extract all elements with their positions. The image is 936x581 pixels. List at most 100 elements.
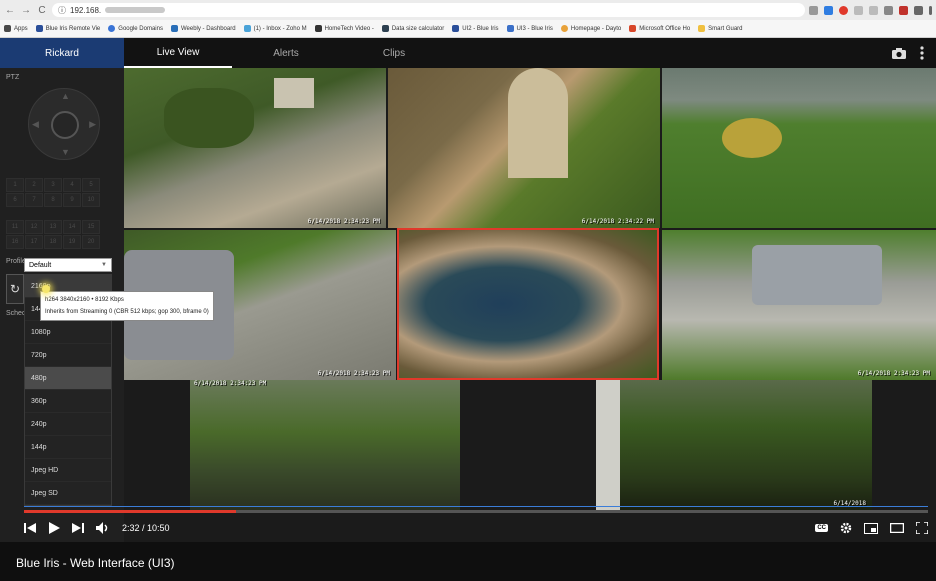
extension-icon[interactable] bbox=[854, 5, 863, 15]
reload-icon[interactable]: C bbox=[36, 5, 48, 16]
url-field[interactable]: ⓘ 192.168. bbox=[52, 3, 805, 17]
bookmark-item[interactable]: Homepage - Dayto bbox=[560, 25, 621, 32]
ptz-center-button[interactable] bbox=[51, 111, 79, 139]
tab-actions bbox=[892, 46, 936, 60]
back-icon[interactable]: ← bbox=[4, 5, 16, 16]
camera-patio[interactable]: 6/14/2018 2:34:22 PM bbox=[388, 68, 660, 228]
homepage-icon bbox=[560, 25, 568, 32]
preset-button[interactable]: 6 bbox=[6, 193, 24, 207]
preset-button[interactable]: 3 bbox=[44, 178, 62, 192]
more-vertical-icon[interactable] bbox=[920, 46, 924, 60]
preset-button[interactable]: 19 bbox=[63, 235, 81, 249]
quality-option[interactable]: Jpeg HD bbox=[25, 459, 111, 482]
shield-icon[interactable] bbox=[899, 5, 908, 15]
tab-alerts[interactable]: Alerts bbox=[232, 38, 340, 68]
bookmark-item[interactable]: Blue Iris Remote Vie bbox=[35, 25, 100, 32]
quality-option[interactable]: Jpeg SD bbox=[25, 482, 111, 505]
quality-option[interactable]: 360p bbox=[25, 390, 111, 413]
key-icon[interactable] bbox=[809, 5, 818, 15]
preset-button[interactable]: 17 bbox=[25, 235, 43, 249]
video-progress-bar[interactable] bbox=[24, 506, 928, 513]
menu-icon[interactable] bbox=[929, 5, 932, 15]
bookmark-item[interactable]: Microsoft Office Ho bbox=[629, 25, 690, 32]
bookmark-item[interactable]: (1) - Inbox - Zoho M bbox=[243, 25, 307, 32]
right-arrow-icon[interactable]: ▶ bbox=[89, 119, 96, 130]
ptz-presets-group1: 1 2 3 4 5 6 7 8 9 10 bbox=[6, 178, 100, 207]
quality-option[interactable]: 240p bbox=[25, 413, 111, 436]
player-controls: 2:32 / 10:50 CC bbox=[24, 518, 928, 538]
bookmark-item[interactable]: UI2 - Blue Iris bbox=[452, 25, 499, 32]
previous-icon[interactable] bbox=[24, 522, 36, 534]
preset-button[interactable]: 8 bbox=[44, 193, 62, 207]
schedule-select[interactable]: Default ▼ bbox=[24, 258, 112, 272]
preset-button[interactable]: 10 bbox=[82, 193, 100, 207]
camera-front-yard[interactable]: 6/14/2018 2:34:23 PM bbox=[124, 68, 386, 228]
camera-gate[interactable]: 6/14/2018 bbox=[596, 380, 872, 510]
down-arrow-icon[interactable]: ▼ bbox=[61, 147, 70, 157]
preset-button[interactable]: 2 bbox=[25, 178, 43, 192]
quality-option[interactable]: 144p bbox=[25, 436, 111, 459]
quality-option[interactable]: 480p bbox=[25, 367, 111, 390]
camera-street[interactable]: 6/14/2018 2:34:23 PM bbox=[662, 230, 936, 380]
folder-icon bbox=[698, 25, 706, 32]
bookmark-item[interactable]: Google Domains bbox=[108, 25, 163, 32]
player-right-controls: CC bbox=[815, 522, 928, 534]
extension-icon[interactable] bbox=[914, 5, 923, 15]
quality-option[interactable]: 720p bbox=[25, 344, 111, 367]
bookmark-item[interactable]: HomeTech Video - bbox=[314, 25, 374, 32]
arch-shape bbox=[508, 68, 568, 178]
up-arrow-icon[interactable]: ▲ bbox=[61, 91, 70, 101]
preset-button[interactable]: 20 bbox=[82, 235, 100, 249]
hometech-icon bbox=[314, 25, 322, 32]
camera-lawn[interactable] bbox=[662, 68, 936, 228]
preset-button[interactable]: 13 bbox=[44, 220, 62, 234]
bookmark-item[interactable]: UI3 - Blue Iris bbox=[506, 25, 553, 32]
wall-shape bbox=[596, 380, 620, 510]
preset-button[interactable]: 14 bbox=[63, 220, 81, 234]
preset-button[interactable]: 18 bbox=[44, 235, 62, 249]
tab-clips[interactable]: Clips bbox=[340, 38, 448, 68]
refresh-icon[interactable]: ↻ bbox=[6, 274, 24, 304]
play-icon[interactable] bbox=[48, 522, 60, 534]
miniplayer-icon[interactable] bbox=[864, 522, 878, 534]
camera-pond[interactable] bbox=[397, 228, 659, 380]
bookmarks-bar: Apps Blue Iris Remote Vie Google Domains… bbox=[0, 20, 936, 38]
preset-button[interactable]: 12 bbox=[25, 220, 43, 234]
preset-button[interactable]: 16 bbox=[6, 235, 24, 249]
extension-icon[interactable] bbox=[869, 5, 878, 15]
forward-icon[interactable]: → bbox=[20, 5, 32, 16]
settings-icon[interactable] bbox=[840, 522, 852, 534]
star-icon[interactable] bbox=[824, 5, 833, 15]
preset-button[interactable]: 4 bbox=[63, 178, 81, 192]
extension-icon[interactable] bbox=[884, 5, 893, 15]
preset-button[interactable]: 9 bbox=[63, 193, 81, 207]
tab-user[interactable]: Rickard bbox=[0, 38, 124, 68]
camera-side-yard[interactable]: 6/14/2018 2:34:23 PM bbox=[190, 380, 460, 510]
bookmark-item[interactable]: Smart Guard bbox=[698, 25, 743, 32]
camera-icon[interactable] bbox=[892, 47, 906, 59]
bookmark-item[interactable]: Weebly - Dashboard bbox=[170, 25, 236, 32]
opera-icon[interactable] bbox=[839, 5, 848, 15]
preset-button[interactable]: 7 bbox=[25, 193, 43, 207]
bookmark-item[interactable]: Apps bbox=[4, 25, 28, 32]
bookmark-item[interactable]: Data size calculator bbox=[381, 25, 444, 32]
left-arrow-icon[interactable]: ◀ bbox=[32, 119, 39, 130]
info-icon: ⓘ bbox=[58, 5, 66, 15]
captions-icon[interactable]: CC bbox=[815, 524, 828, 532]
camera-timestamp: 6/14/2018 2:34:23 PM bbox=[857, 370, 930, 377]
quality-option[interactable]: 1080p bbox=[25, 321, 111, 344]
preset-button[interactable]: 11 bbox=[6, 220, 24, 234]
preset-button[interactable]: 1 bbox=[6, 178, 24, 192]
tab-live-view[interactable]: Live View bbox=[124, 38, 232, 68]
ptz-joystick[interactable]: ▲ ▼ ◀ ▶ bbox=[28, 88, 100, 160]
volume-icon[interactable] bbox=[96, 522, 110, 534]
next-icon[interactable] bbox=[72, 522, 84, 534]
theater-mode-icon[interactable] bbox=[890, 523, 904, 533]
chevron-down-icon: ▼ bbox=[101, 262, 107, 268]
blue-iris-icon bbox=[506, 25, 514, 32]
fullscreen-icon[interactable] bbox=[916, 522, 928, 534]
preset-button[interactable]: 5 bbox=[82, 178, 100, 192]
preset-button[interactable]: 15 bbox=[82, 220, 100, 234]
tree-shape bbox=[164, 88, 254, 148]
video-title: Blue Iris - Web Interface (UI3) bbox=[16, 556, 175, 570]
